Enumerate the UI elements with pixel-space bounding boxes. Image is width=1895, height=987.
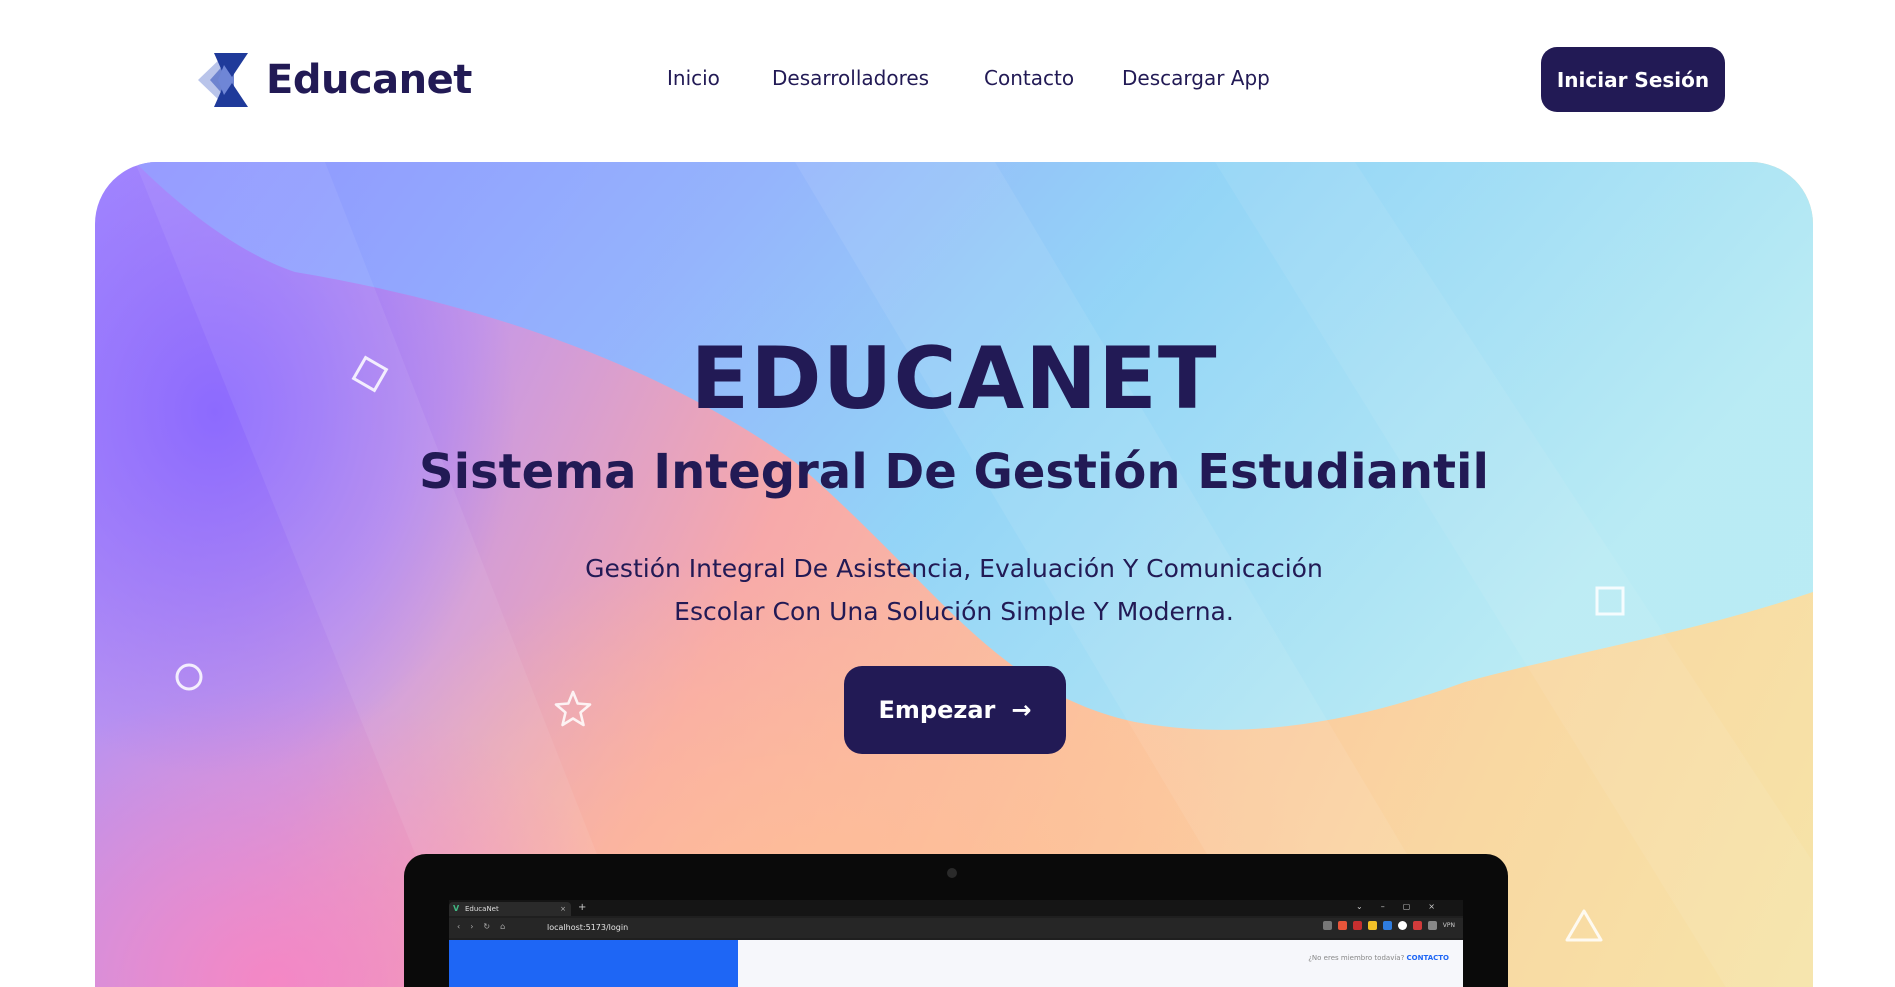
hero-section: EDUCANET Sistema Integral De Gestión Est…: [95, 162, 1813, 987]
browser-tab-title: EducaNet: [465, 905, 499, 913]
start-button[interactable]: Empezar →: [844, 666, 1066, 754]
brave-shield-icon: [1337, 921, 1347, 930]
vpn-badge: VPN: [1442, 922, 1455, 929]
camera-icon: [947, 868, 957, 878]
extension-icon: [1367, 921, 1377, 930]
login-page-side-panel: [449, 940, 738, 987]
login-page-main: ¿No eres miembro todavía? CONTACTO: [738, 940, 1463, 987]
extension-icon: [1412, 921, 1422, 930]
hero-description-line-1: Gestión Integral De Asistencia, Evaluaci…: [585, 554, 1323, 583]
circle-shape-icon: [175, 663, 203, 691]
site-header: Educanet Inicio Desarrolladores Contacto…: [0, 0, 1895, 160]
triangle-shape-icon: [1565, 909, 1603, 942]
vue-logo-icon: V: [453, 904, 460, 913]
nav-inicio[interactable]: Inicio: [667, 66, 720, 90]
member-prompt: ¿No eres miembro todavía? CONTACTO: [1308, 954, 1449, 962]
laptop-preview: V EducaNet × + ⌄–▢× ‹›↻⌂ localhost:5173/…: [404, 854, 1508, 987]
arrow-right-icon: →: [1011, 696, 1032, 724]
contact-link: CONTACTO: [1406, 954, 1449, 962]
hero-description: Gestión Integral De Asistencia, Evaluaci…: [95, 547, 1813, 633]
extension-icon: [1427, 921, 1437, 930]
new-tab-icon: +: [578, 902, 587, 913]
laptop-screen: V EducaNet × + ⌄–▢× ‹›↻⌂ localhost:5173/…: [449, 900, 1463, 987]
login-button[interactable]: Iniciar Sesión: [1541, 47, 1725, 112]
browser-url: localhost:5173/login: [547, 923, 629, 932]
browser-nav-icons: ‹›↻⌂: [457, 922, 516, 931]
tab-close-icon: ×: [560, 905, 566, 913]
hero-title: EDUCANET: [690, 329, 1218, 429]
translate-icon: [1322, 921, 1332, 930]
browser-tab: V EducaNet ×: [449, 902, 571, 916]
hero-subtitle: Sistema Integral De Gestión Estudiantil: [419, 444, 1489, 500]
nav-contacto[interactable]: Contacto: [984, 66, 1074, 90]
extension-icon: [1352, 921, 1362, 930]
start-button-label: Empezar: [878, 696, 996, 724]
star-shape-icon: [554, 690, 592, 727]
extension-icon: [1382, 921, 1392, 930]
window-controls-icon: ⌄–▢×: [1356, 902, 1453, 911]
nav-descargar-app[interactable]: Descargar App: [1122, 66, 1270, 90]
member-prompt-text: ¿No eres miembro todavía?: [1308, 954, 1405, 962]
extension-icon: [1397, 921, 1407, 930]
hero-description-line-2: Escolar Con Una Solución Simple Y Modern…: [674, 597, 1234, 626]
browser-extensions: VPN: [1322, 921, 1455, 930]
browser-address-bar: ‹›↻⌂ localhost:5173/login VPN: [449, 918, 1463, 938]
browser-tab-bar: V EducaNet × + ⌄–▢×: [449, 900, 1463, 916]
nav-desarrolladores[interactable]: Desarrolladores: [772, 66, 929, 90]
